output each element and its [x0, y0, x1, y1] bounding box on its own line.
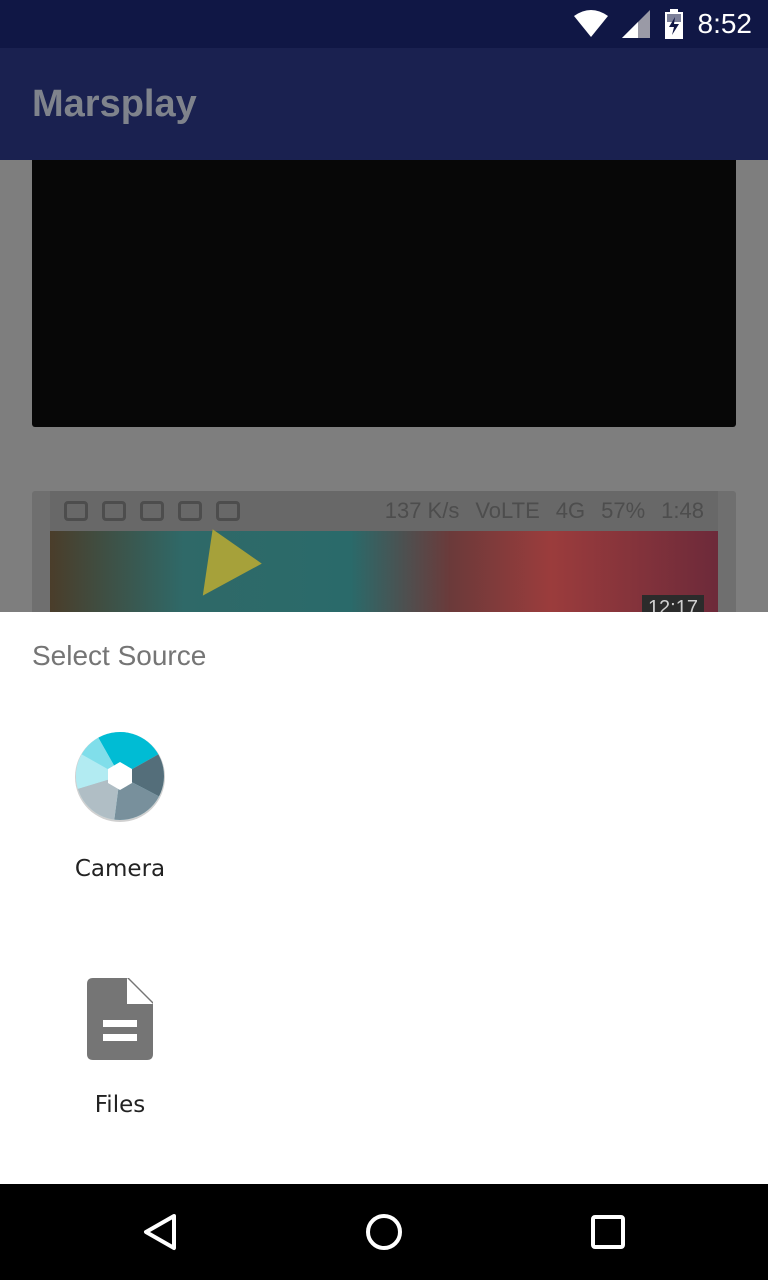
thumbnail-volte: VoLTE — [475, 498, 540, 523]
cell-signal-icon — [621, 10, 650, 38]
files-label: Files — [94, 1092, 146, 1118]
home-icon[interactable] — [364, 1212, 404, 1252]
battery-charging-icon — [664, 9, 683, 39]
thumbnail-time: 1:48 — [661, 498, 704, 523]
recents-icon[interactable] — [588, 1212, 628, 1252]
wifi-icon — [573, 10, 608, 37]
app-title: Marsplay — [32, 82, 197, 125]
back-icon[interactable] — [140, 1212, 180, 1252]
thumbnail-battery: 57% — [601, 498, 646, 523]
thumbnail-speed: 137 K/s — [384, 498, 460, 523]
thumbnail-image: 12:17 — [50, 529, 718, 621]
camera-label: Camera — [74, 856, 166, 882]
thumbnail-network: 4G — [555, 498, 586, 523]
arrow-graphic — [178, 529, 262, 613]
thumbnail-status-right: 137 K/s VoLTE 4G 57% 1:48 — [385, 498, 704, 524]
select-source-sheet: Select Source Camera Files — [0, 612, 768, 1184]
whatsapp-icon — [102, 501, 126, 521]
tool-icon — [140, 501, 164, 521]
download-icon — [64, 501, 88, 521]
camera-option[interactable]: Camera — [32, 730, 208, 882]
status-bar: 8:52 — [0, 0, 768, 48]
app-bar: Marsplay — [0, 48, 768, 160]
twitter-icon — [178, 501, 202, 521]
files-option[interactable]: Files — [32, 978, 208, 1118]
thumbnail-notification-icons — [64, 501, 240, 521]
file-document-icon — [87, 978, 153, 1060]
navigation-bar — [0, 1184, 768, 1280]
sheet-title: Select Source — [32, 640, 207, 671]
message-icon — [216, 501, 240, 521]
thumbnail-status-bar: 137 K/s VoLTE 4G 57% 1:48 — [50, 491, 718, 531]
camera-shutter-icon — [75, 732, 165, 822]
video-player — [32, 160, 736, 427]
clock: 8:52 — [697, 8, 753, 39]
